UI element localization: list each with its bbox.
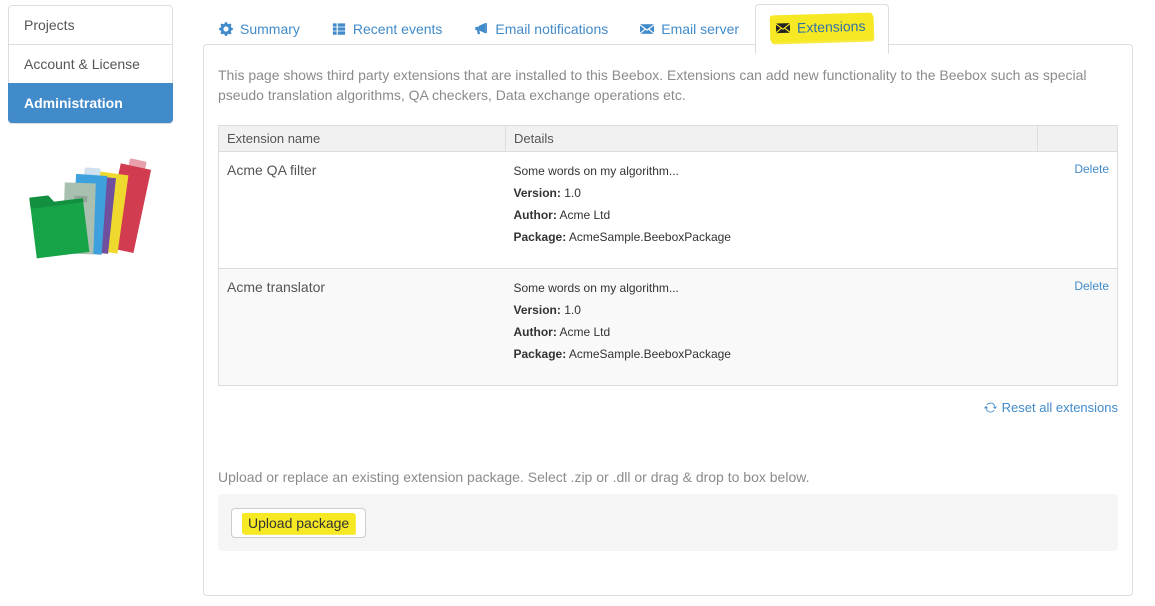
extension-details: Some words on my algorithm... Version: 1… xyxy=(506,152,1038,269)
tab-recent-events-label: Recent events xyxy=(353,19,443,39)
upload-highlight-marker: Upload package xyxy=(242,513,355,534)
tab-recent-events[interactable]: Recent events xyxy=(316,4,459,54)
author-value: Acme Ltd xyxy=(560,208,611,222)
version-value: 1.0 xyxy=(564,186,581,200)
tab-email-notifications-label: Email notifications xyxy=(495,19,608,39)
extension-summary: Some words on my algorithm... xyxy=(514,281,1030,295)
author-label: Author: xyxy=(514,208,557,222)
version-value: 1.0 xyxy=(564,303,581,317)
extensions-panel: This page shows third party extensions t… xyxy=(203,44,1133,596)
table-header-row: Extension name Details xyxy=(219,126,1118,152)
extension-version: Version: 1.0 xyxy=(514,303,1030,317)
reset-all-extensions-link[interactable]: Reset all extensions xyxy=(984,400,1118,415)
reset-row: Reset all extensions xyxy=(218,400,1118,419)
table-row: Acme QA filter Some words on my algorith… xyxy=(219,152,1118,269)
version-label: Version: xyxy=(514,303,561,317)
header-extension-name: Extension name xyxy=(219,126,506,152)
extensions-table: Extension name Details Acme QA filter So… xyxy=(218,125,1118,386)
upload-dropzone[interactable]: Upload package xyxy=(218,494,1118,551)
extension-summary: Some words on my algorithm... xyxy=(514,164,1030,178)
extension-package: Package: AcmeSample.BeeboxPackage xyxy=(514,230,1030,244)
delete-link[interactable]: Delete xyxy=(1074,279,1109,293)
extension-details: Some words on my algorithm... Version: 1… xyxy=(506,269,1038,386)
sidebar-item-administration[interactable]: Administration xyxy=(8,83,173,123)
delete-link[interactable]: Delete xyxy=(1074,162,1109,176)
extension-version: Version: 1.0 xyxy=(514,186,1030,200)
upload-package-button[interactable]: Upload package xyxy=(231,508,366,538)
upload-instruction: Upload or replace an existing extension … xyxy=(218,469,1118,485)
package-value: AcmeSample.BeeboxPackage xyxy=(569,230,731,244)
refresh-icon xyxy=(984,401,997,414)
tab-email-notifications[interactable]: Email notifications xyxy=(458,4,624,54)
admin-tabbar: Summary Recent events Email notification… xyxy=(203,4,889,54)
green-folder xyxy=(29,191,89,258)
header-details: Details xyxy=(506,126,1038,152)
author-value: Acme Ltd xyxy=(560,325,611,339)
reset-link-label: Reset all extensions xyxy=(1002,400,1118,415)
tab-summary[interactable]: Summary xyxy=(203,4,316,54)
tab-email-server[interactable]: Email server xyxy=(624,4,755,54)
megaphone-icon xyxy=(474,22,488,36)
folders-image xyxy=(24,146,160,264)
header-actions xyxy=(1038,126,1118,152)
tab-extensions-label: Extensions xyxy=(797,16,866,38)
extensions-highlight-marker: Extensions xyxy=(770,13,874,43)
gear-icon xyxy=(219,22,233,36)
extension-name: Acme QA filter xyxy=(219,152,506,269)
extension-name: Acme translator xyxy=(219,269,506,386)
sidebar-item-account-license[interactable]: Account & License xyxy=(9,45,172,84)
sidebar-nav: Projects Account & License Administratio… xyxy=(8,5,173,124)
tab-email-server-label: Email server xyxy=(661,19,739,39)
table-row: Acme translator Some words on my algorit… xyxy=(219,269,1118,386)
extension-actions: Delete xyxy=(1038,269,1118,386)
author-label: Author: xyxy=(514,325,557,339)
tab-summary-label: Summary xyxy=(240,19,300,39)
package-value: AcmeSample.BeeboxPackage xyxy=(569,347,731,361)
extension-author: Author: Acme Ltd xyxy=(514,208,1030,222)
extensions-description: This page shows third party extensions t… xyxy=(218,65,1118,105)
sidebar-item-projects[interactable]: Projects xyxy=(9,6,172,45)
extension-author: Author: Acme Ltd xyxy=(514,325,1030,339)
list-icon xyxy=(332,22,346,36)
tab-extensions[interactable]: Extensions xyxy=(755,4,888,54)
version-label: Version: xyxy=(514,186,561,200)
extension-actions: Delete xyxy=(1038,152,1118,269)
envelope-icon xyxy=(776,21,790,35)
package-label: Package: xyxy=(514,347,567,361)
envelope-icon xyxy=(640,22,654,36)
package-label: Package: xyxy=(514,230,567,244)
extension-package: Package: AcmeSample.BeeboxPackage xyxy=(514,347,1030,361)
